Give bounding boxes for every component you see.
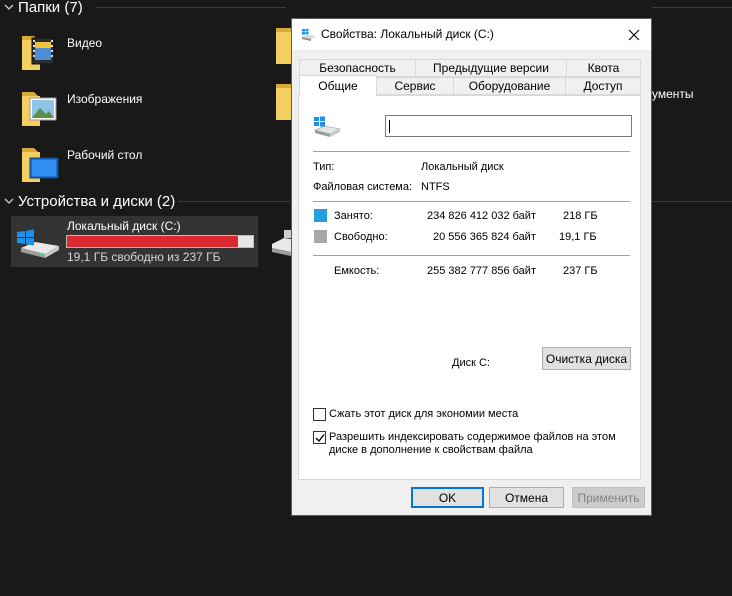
section-divider [652, 201, 732, 202]
dialog-titlebar[interactable]: Свойства: Локальный диск (C:) [292, 19, 651, 50]
text-caret [389, 120, 390, 133]
tab-label: Сервис [394, 79, 436, 93]
disk-cleanup-button[interactable]: Очистка диска [542, 347, 631, 370]
windows-drive-icon [15, 226, 61, 260]
tab-service[interactable]: Сервис [376, 77, 454, 95]
chevron-down-icon[interactable] [2, 0, 16, 14]
section-divider [96, 7, 286, 8]
drive-icon [301, 28, 317, 42]
pictures-folder-icon [18, 88, 62, 128]
ok-button[interactable]: OK [411, 487, 484, 508]
drive-name: Локальный диск (C:) [67, 219, 181, 233]
tab-previous-versions[interactable]: Предыдущие версии [415, 59, 567, 77]
folder-icon[interactable] [276, 84, 291, 120]
filesystem-label: Файловая система: [313, 181, 413, 193]
dialog-title: Свойства: Локальный диск (C:) [321, 27, 494, 41]
drive-free-space: 19,1 ГБ свободно из 237 ГБ [67, 250, 221, 264]
folder-label: Видео [67, 36, 103, 50]
properties-dialog: Свойства: Локальный диск (C:) Безопаснос… [291, 18, 652, 516]
drive-usage-bar [66, 235, 254, 248]
free-space-swatch [314, 230, 327, 243]
tab-quota[interactable]: Квота [566, 59, 641, 77]
button-label: OK [438, 490, 457, 505]
desktop-folder-icon [18, 144, 62, 184]
used-space-swatch [314, 209, 327, 222]
separator [313, 201, 630, 202]
type-value: Локальный диск [421, 161, 504, 173]
separator [313, 151, 630, 152]
tab-label: Общие [318, 79, 358, 93]
button-label: Отмена [504, 490, 549, 505]
index-label-line1[interactable]: Разрешить индексировать содержимое файло… [329, 431, 616, 443]
tab-hardware[interactable]: Оборудование [453, 77, 566, 95]
section-divider [178, 201, 290, 202]
index-checkbox[interactable] [313, 431, 326, 444]
capacity-bytes: 255 382 777 856 байт [427, 265, 536, 277]
compress-checkbox[interactable] [313, 408, 326, 421]
tab-label: Безопасность [319, 61, 396, 75]
folder-label: Изображения [67, 92, 143, 106]
capacity-gb: 237 ГБ [563, 265, 598, 277]
general-tab-panel [298, 95, 641, 480]
devices-header-title: Устройства и диски (2) [18, 192, 176, 210]
used-label: Занято: [334, 210, 373, 222]
capacity-label: Емкость: [334, 265, 380, 277]
tab-label: Доступ [583, 79, 623, 93]
drive-icon[interactable] [270, 222, 291, 262]
type-label: Тип: [313, 161, 335, 173]
compress-label[interactable]: Сжать этот диск для экономии места [329, 408, 518, 420]
chevron-down-icon[interactable] [2, 194, 16, 208]
apply-button[interactable]: Применить [572, 487, 645, 508]
volume-name-input[interactable] [385, 115, 632, 137]
devices-section-header[interactable]: Устройства и диски (2) [0, 190, 290, 212]
index-label-line2[interactable]: диске в дополнение к свойствам файла [329, 444, 533, 456]
folder-label: Рабочий стол [67, 148, 143, 162]
folder-icon[interactable] [276, 28, 291, 64]
drive-tile-c[interactable]: Локальный диск (C:) 19,1 ГБ свободно из … [11, 216, 258, 267]
filesystem-value: NTFS [421, 181, 450, 193]
free-bytes: 20 556 365 824 байт [433, 231, 536, 243]
drive-usage-fill [67, 236, 239, 247]
button-label: Применить [577, 490, 640, 505]
section-divider [652, 7, 732, 8]
close-icon[interactable] [617, 19, 651, 50]
folder-tile-desktop[interactable]: Рабочий стол [0, 138, 250, 192]
used-bytes: 234 826 412 032 байт [427, 210, 536, 222]
cancel-button[interactable]: Отмена [489, 487, 564, 508]
disk-letter-label: Диск C: [452, 357, 490, 369]
button-label: Очистка диска [545, 351, 628, 366]
tab-label: Квота [587, 61, 620, 75]
used-gb: 218 ГБ [563, 210, 598, 222]
folder-label-partial: ументы [652, 87, 694, 101]
video-folder-icon [18, 32, 62, 72]
tab-label: Оборудование [468, 79, 551, 93]
separator [313, 255, 630, 256]
windows-drive-icon [312, 115, 342, 139]
free-label: Свободно: [334, 231, 388, 243]
folders-section-header[interactable]: Папки (7) [0, 0, 290, 18]
tab-sharing[interactable]: Доступ [565, 77, 641, 95]
tab-general[interactable]: Общие [299, 75, 377, 96]
folder-tile-pictures[interactable]: Изображения [0, 82, 250, 136]
folders-header-title: Папки (7) [18, 0, 83, 16]
free-gb: 19,1 ГБ [559, 231, 597, 243]
tab-label: Предыдущие версии [433, 61, 549, 75]
folder-tile-video[interactable]: Видео [0, 26, 250, 80]
